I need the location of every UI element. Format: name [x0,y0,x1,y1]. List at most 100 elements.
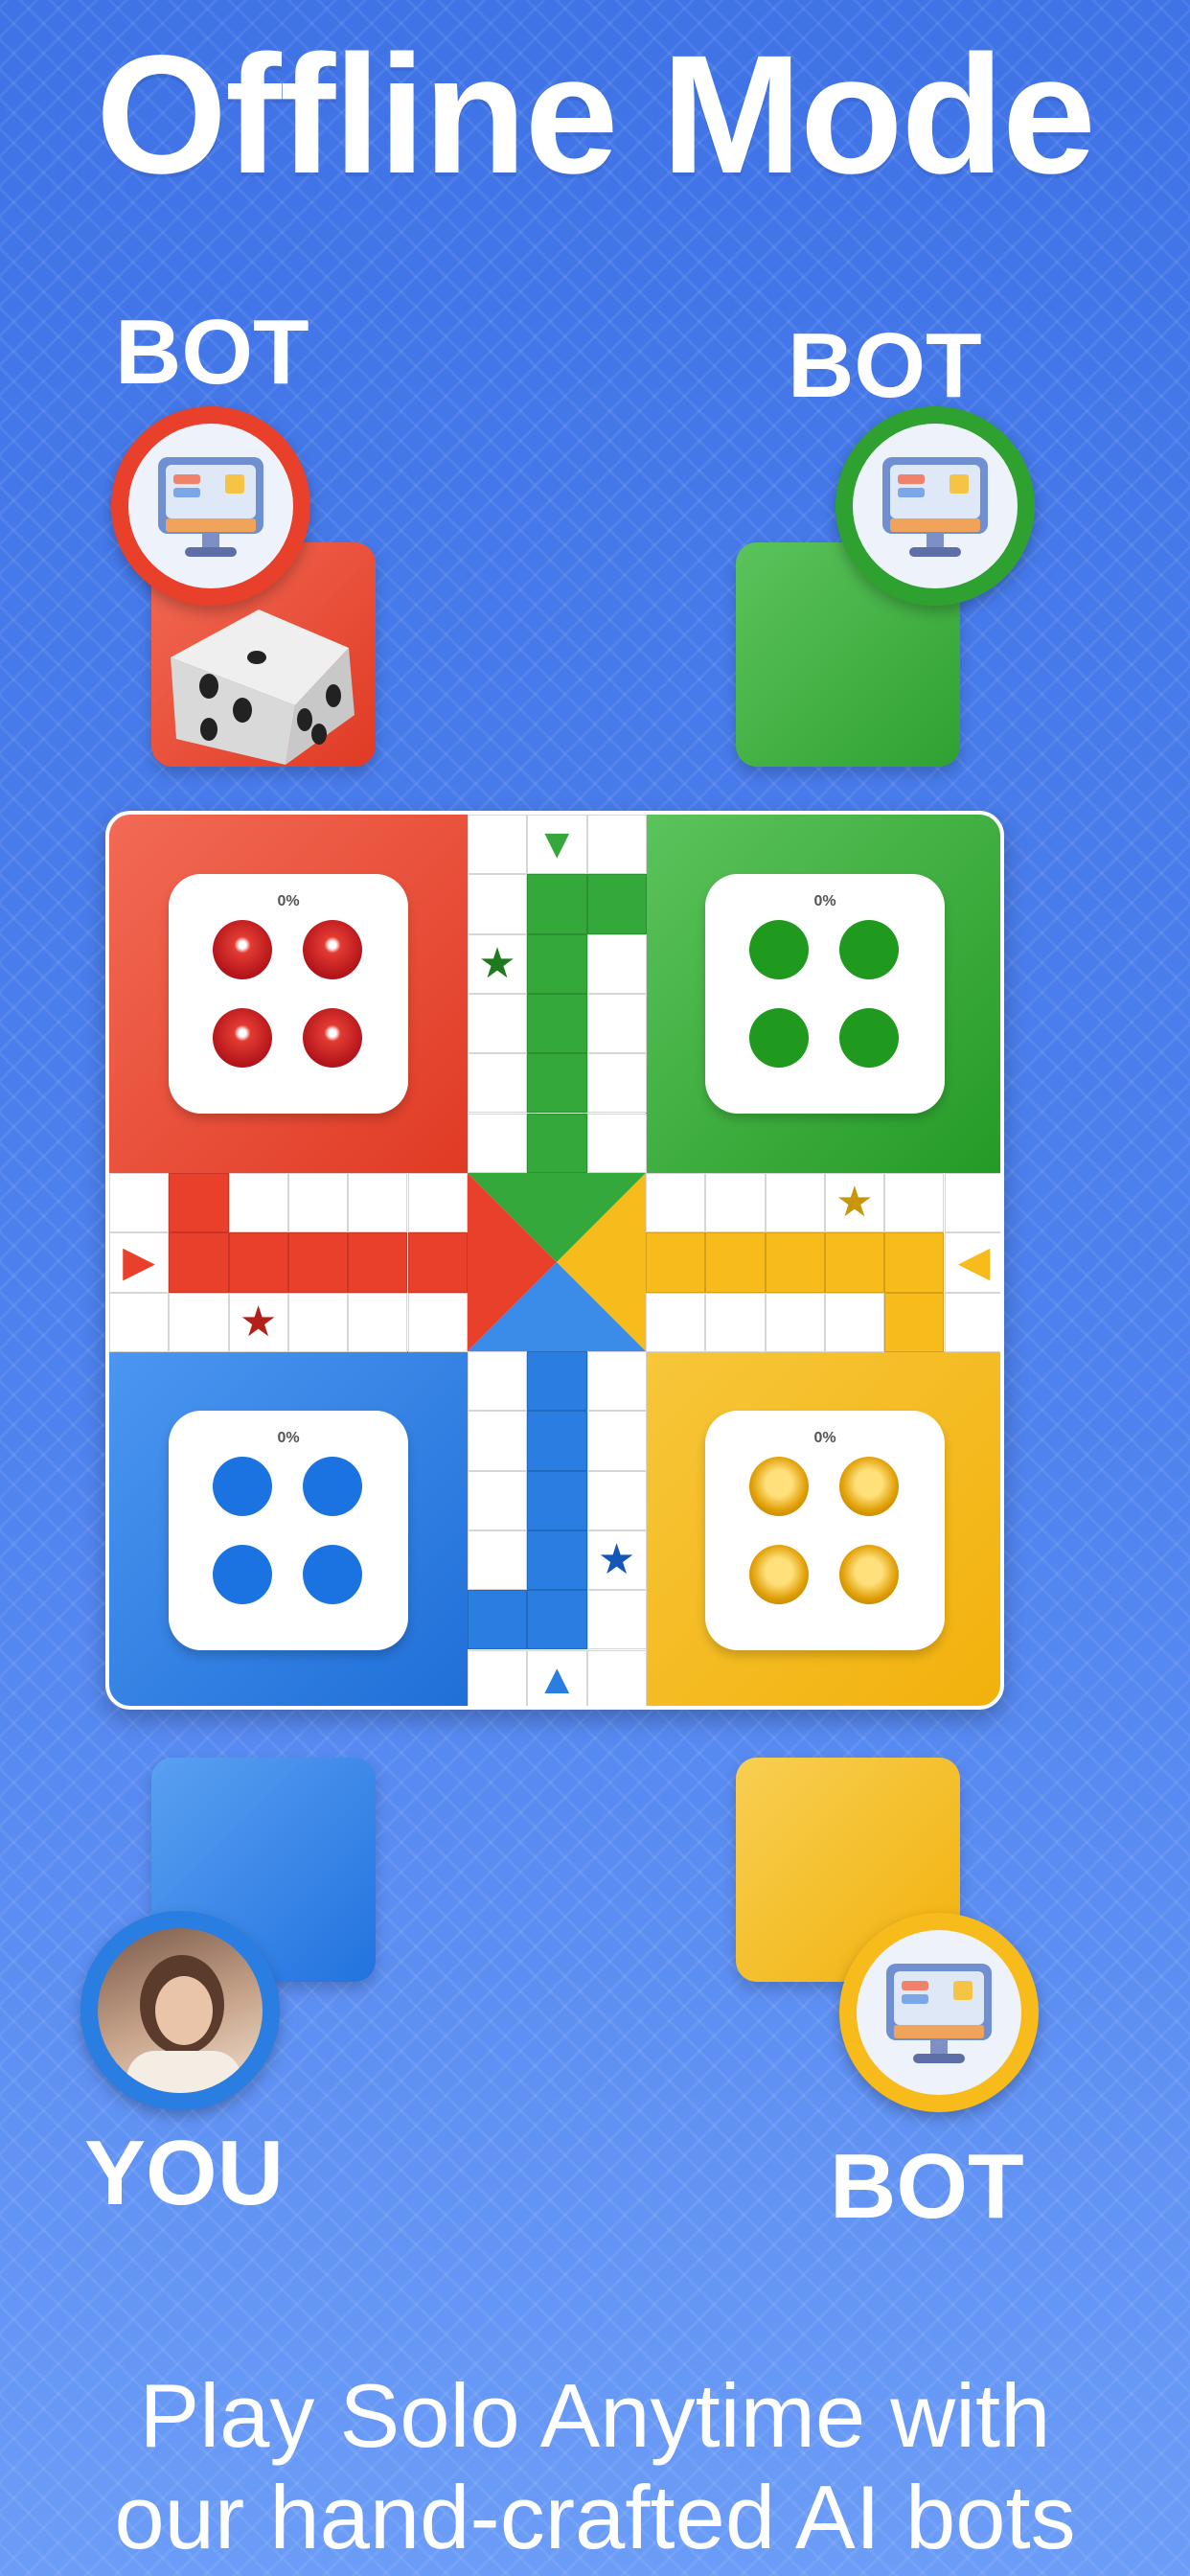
player-label-you: YOU [84,2122,285,2224]
start-arrow-icon: ▶ [123,1238,155,1286]
track-cell [468,1649,528,1706]
footer-tagline: Play Solo Anytime with our hand-crafted … [0,2365,1190,2568]
track-cell [287,1173,349,1233]
yellow-lane-cell [884,1232,945,1293]
green-lane-cell [527,1053,587,1114]
footer-line-1: Play Solo Anytime with [139,2365,1051,2466]
blue-lane-cell [527,1351,587,1412]
track-cell [348,1292,408,1352]
token-blue-1[interactable] [213,1457,272,1516]
track-cell [705,1292,766,1352]
start-arrow-icon: ◀ [957,1238,991,1286]
track-cell [468,1470,528,1530]
token-red-1[interactable] [213,920,272,979]
token-green-3[interactable] [749,1008,809,1068]
blue-lane-cell [468,1590,528,1650]
track-cell [765,1173,825,1233]
computer-monitor-icon [158,457,263,557]
track-cell [348,1173,408,1233]
track-cell [824,1292,885,1352]
token-yellow-4[interactable] [839,1545,899,1604]
yard-blue: 0% [169,1411,408,1650]
token-green-4[interactable] [839,1008,899,1068]
blue-lane-cell [527,1530,587,1591]
green-lane-cell [527,933,587,994]
player-label-bottom-right: BOT [830,2135,1024,2238]
start-arrow-icon: ▼ [536,820,579,867]
track-cell [228,1173,288,1233]
avatar-bot-bottom-right [839,1913,1039,2112]
track-cell [586,1470,647,1530]
track-cell [646,1173,706,1233]
token-red-4[interactable] [303,1008,362,1068]
track-cell [586,933,647,994]
green-lane-cell [527,874,587,934]
yard-green: 0% [705,874,945,1114]
track-cell [468,1113,528,1173]
board-center-home [468,1173,646,1351]
track-cell [586,1053,647,1114]
ludo-board: 0% 0% 0% 0% ★ ★ ★ ★ ▼ ▲ ▶ ◀ [105,811,1004,1710]
token-yellow-2[interactable] [839,1457,899,1516]
red-lane-cell [169,1232,229,1293]
yellow-lane-cell [765,1232,825,1293]
avatar-you [80,1911,280,2110]
user-photo-icon [126,1955,241,2093]
green-lane-cell [527,993,587,1054]
token-red-3[interactable] [213,1008,272,1068]
red-lane-cell [169,1173,229,1233]
track-cell [884,1173,945,1233]
track-cell [109,1173,170,1233]
token-green-2[interactable] [839,920,899,979]
token-red-2[interactable] [303,920,362,979]
track-cell [287,1292,349,1352]
track-cell [169,1292,229,1352]
player-label-top-left: BOT [115,301,309,403]
track-cell [586,1113,647,1173]
token-green-1[interactable] [749,920,809,979]
track-cell [468,1351,528,1412]
track-cell [468,1053,528,1114]
home-green: 0% [646,815,1000,1173]
home-blue: 0% [109,1351,468,1706]
track-cell [407,1173,468,1233]
track-cell [586,1351,647,1412]
safe-star-icon: ★ [239,1298,278,1346]
track-cell [944,1173,1000,1233]
avatar-bot-top-right [835,406,1035,606]
home-red: 0% [109,815,468,1173]
track-cell [468,1411,528,1471]
yellow-lane-cell [646,1232,706,1293]
track-cell [109,1292,170,1352]
token-yellow-1[interactable] [749,1457,809,1516]
footer-line-2: our hand-crafted AI bots [114,2467,1076,2567]
blue-lane-cell [527,1470,587,1530]
track-cell [586,993,647,1054]
player-label-top-right: BOT [788,314,982,417]
token-blue-2[interactable] [303,1457,362,1516]
token-blue-3[interactable] [213,1545,272,1604]
blue-lane-cell [527,1411,587,1471]
progress-green: 0% [813,893,836,909]
track-cell [586,1649,647,1706]
yellow-lane-cell [824,1232,885,1293]
start-arrow-icon: ▲ [536,1655,579,1703]
track-cell [468,1530,528,1591]
token-blue-4[interactable] [303,1545,362,1604]
safe-star-icon: ★ [835,1179,874,1226]
progress-blue: 0% [277,1430,300,1446]
track-cell [468,993,528,1054]
yellow-lane-cell [884,1292,945,1352]
track-cell [407,1292,468,1352]
home-yellow: 0% [646,1351,1000,1706]
red-lane-cell [228,1232,288,1293]
green-lane-cell [527,1113,587,1173]
track-cell [586,815,647,875]
yard-yellow: 0% [705,1411,945,1650]
red-lane-cell [287,1232,349,1293]
progress-yellow: 0% [813,1430,836,1446]
computer-monitor-icon [886,1964,992,2063]
track-cell [944,1292,1000,1352]
computer-monitor-icon [882,457,988,557]
token-yellow-3[interactable] [749,1545,809,1604]
